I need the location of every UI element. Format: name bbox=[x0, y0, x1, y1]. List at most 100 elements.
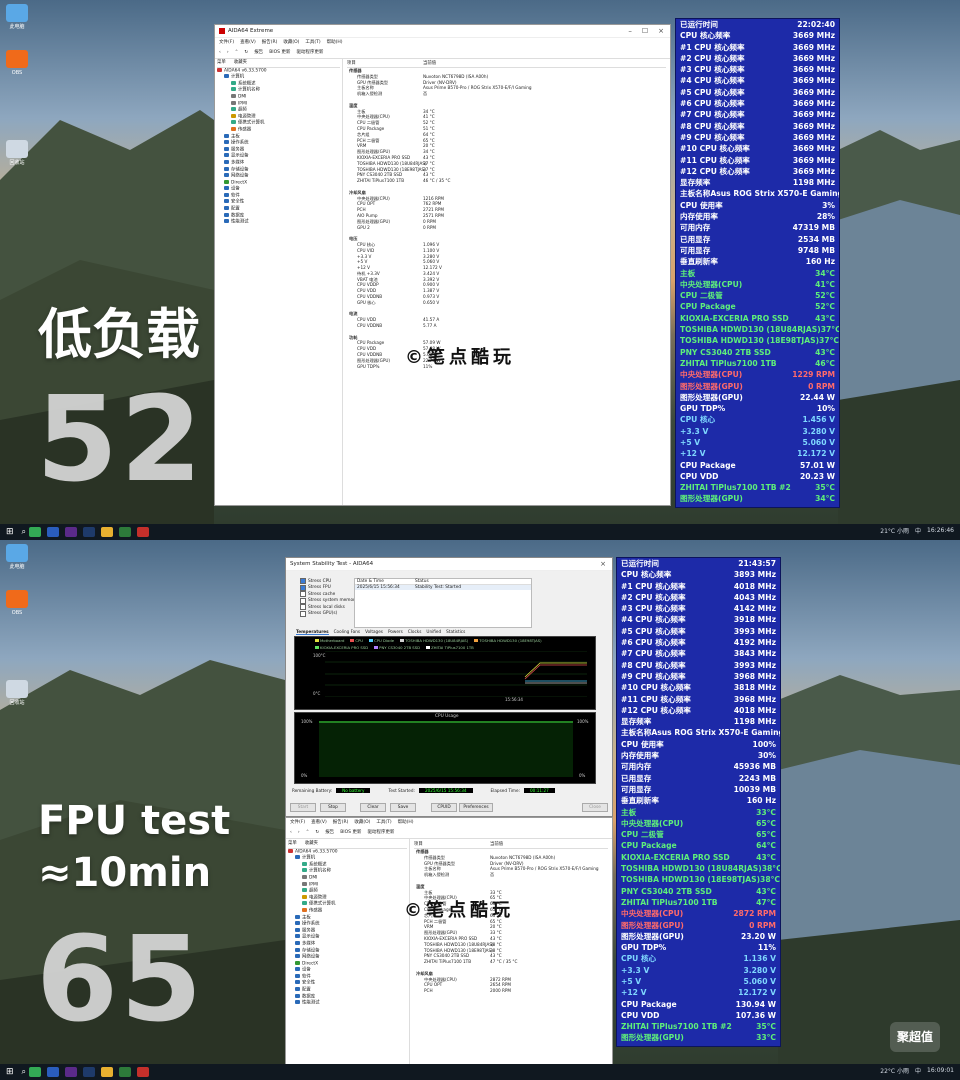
tree-item[interactable]: 性能测试 bbox=[217, 219, 340, 226]
ime-indicator[interactable]: 中 bbox=[915, 526, 921, 535]
search-icon[interactable]: ⌕ bbox=[22, 1067, 26, 1077]
close-icon[interactable]: × bbox=[658, 27, 664, 35]
tree-item[interactable]: DirectX bbox=[217, 179, 340, 187]
tree-item[interactable]: 计算机 bbox=[217, 74, 340, 81]
tree-item[interactable]: IPMI bbox=[288, 881, 407, 889]
cpuid-button[interactable]: CPUID bbox=[431, 803, 457, 812]
stress-option[interactable]: Stress system memory bbox=[300, 597, 360, 605]
chrome-icon[interactable] bbox=[101, 527, 114, 537]
tree-item[interactable]: 服务器 bbox=[288, 927, 407, 935]
close-button[interactable]: Close bbox=[582, 803, 608, 812]
tree-item[interactable]: 安全性 bbox=[288, 980, 407, 987]
up-icon[interactable]: ⌃ bbox=[306, 830, 310, 835]
menu-item[interactable]: 查看(V) bbox=[311, 819, 327, 825]
checkbox[interactable] bbox=[300, 578, 306, 585]
column-header-item[interactable]: 项目 bbox=[414, 841, 490, 848]
tree-item[interactable]: DirectX bbox=[288, 960, 407, 968]
tree-item[interactable]: 电源管理 bbox=[217, 113, 340, 121]
taskview-icon[interactable] bbox=[29, 1067, 42, 1077]
tree-item[interactable]: 操作系统 bbox=[288, 921, 407, 928]
tree-item[interactable]: 存储设备 bbox=[288, 947, 407, 955]
aida64-window[interactable]: AIDA64 Extreme – ☐ × 文件(F) 查看(V) 报告(R) 收藏(O… bbox=[214, 24, 671, 506]
checkbox[interactable] bbox=[300, 610, 306, 617]
up-icon[interactable]: ⌃ bbox=[235, 50, 239, 55]
legend-entry[interactable]: Motherboard bbox=[315, 638, 344, 643]
tree-item[interactable]: 服务器 bbox=[217, 146, 340, 154]
tree-item[interactable]: 主板 bbox=[288, 914, 407, 922]
save-button[interactable]: Save bbox=[390, 803, 416, 812]
column-header-value[interactable]: 当前值 bbox=[490, 841, 503, 848]
tree-item[interactable]: 网络设备 bbox=[217, 173, 340, 180]
tree-item[interactable]: 显示设备 bbox=[217, 153, 340, 160]
column-header-item[interactable]: 项目 bbox=[347, 60, 423, 67]
graph-tab[interactable]: Temperatures bbox=[296, 629, 329, 635]
aida64-task-icon[interactable] bbox=[137, 1067, 150, 1077]
bios-update-button[interactable]: BIOS 更新 bbox=[269, 49, 290, 55]
tree-item[interactable]: 软件 bbox=[288, 973, 407, 981]
menu-item[interactable]: 帮助(H) bbox=[327, 39, 343, 45]
tree-item[interactable]: AIDA64 v6.33.5700 bbox=[217, 67, 340, 75]
log-header-date[interactable]: Date & Time bbox=[355, 579, 415, 584]
tree-item[interactable]: 数据库 bbox=[217, 212, 340, 220]
windows-start-icon[interactable]: ⊞ bbox=[6, 527, 14, 537]
driver-update-button[interactable]: 驱动程序更新 bbox=[296, 49, 323, 55]
desktop-icon-obs[interactable]: OBS bbox=[3, 50, 31, 76]
tree-item[interactable]: 多媒体 bbox=[288, 940, 407, 948]
tree-item[interactable]: 设备 bbox=[288, 967, 407, 974]
tree-item[interactable]: 显示设备 bbox=[288, 934, 407, 941]
desktop-icon-recycle-bin[interactable]: 回收站 bbox=[3, 680, 31, 706]
menu-item[interactable]: 报告(R) bbox=[333, 819, 349, 825]
premiere-icon[interactable] bbox=[65, 1067, 78, 1077]
back-icon[interactable]: ‹ bbox=[290, 830, 292, 835]
menu-item[interactable]: 收藏(O) bbox=[283, 39, 299, 45]
menu-item[interactable]: 工具(T) bbox=[305, 39, 320, 45]
tree-item[interactable]: DMI bbox=[288, 874, 407, 882]
menu-item[interactable]: 收藏(O) bbox=[354, 819, 370, 825]
tree-item[interactable]: 配置 bbox=[288, 987, 407, 994]
ime-indicator[interactable]: 中 bbox=[915, 1066, 921, 1075]
tree-item[interactable]: 配置 bbox=[217, 206, 340, 213]
log-header-status[interactable]: Status bbox=[415, 579, 429, 584]
taskview-icon[interactable] bbox=[29, 527, 42, 537]
stop-button[interactable]: Stop bbox=[320, 803, 346, 812]
checkbox[interactable] bbox=[300, 591, 306, 598]
graph-tab[interactable]: Voltages bbox=[365, 629, 383, 635]
tree-item[interactable]: 主板 bbox=[217, 133, 340, 141]
windows-start-icon[interactable]: ⊞ bbox=[6, 1067, 14, 1077]
stability-titlebar[interactable]: System Stability Test - AIDA64 × bbox=[286, 558, 612, 571]
tree-item[interactable]: 操作系统 bbox=[217, 140, 340, 147]
refresh-icon[interactable]: ↻ bbox=[315, 830, 319, 835]
tree-item[interactable]: 计算机 bbox=[288, 855, 407, 862]
tree-item[interactable]: 便携式计算机 bbox=[217, 120, 340, 127]
tree-item[interactable]: 网络设备 bbox=[288, 954, 407, 961]
weather-widget[interactable]: 22°C 小雨 bbox=[880, 1066, 909, 1075]
aida64-window[interactable]: 文件(F) 查看(V) 报告(R) 收藏(O) 工具(T) 帮助(H) ‹ › ⌃ ↻ 报… bbox=[285, 817, 613, 1080]
legend-entry[interactable]: PNY CS3040 2TB SSD bbox=[374, 645, 420, 650]
maximize-icon[interactable]: ☐ bbox=[642, 27, 648, 35]
desktop-icon-obs[interactable]: OBS bbox=[3, 590, 31, 616]
tab-menu[interactable]: 菜单 bbox=[217, 60, 226, 67]
driver-update-button[interactable]: 驱动程序更新 bbox=[367, 829, 394, 835]
tree-item[interactable]: 安全性 bbox=[217, 199, 340, 206]
checkbox[interactable] bbox=[300, 597, 306, 604]
tree-item[interactable]: 系统概述 bbox=[288, 861, 407, 869]
tree-item[interactable]: 设备 bbox=[217, 186, 340, 193]
checkbox[interactable] bbox=[300, 604, 306, 611]
graph-tab[interactable]: Statistics bbox=[446, 629, 465, 635]
stress-option[interactable]: Stress GPU(s) bbox=[300, 610, 360, 618]
menu-item[interactable]: 文件(F) bbox=[290, 819, 305, 825]
search-icon[interactable]: ⌕ bbox=[22, 527, 26, 537]
chrome-icon[interactable] bbox=[101, 1067, 114, 1077]
preferences-button[interactable]: Preferences bbox=[459, 803, 493, 812]
legend-entry[interactable]: ZHITAI TiPlus7100 1TB bbox=[426, 645, 474, 650]
tree-item[interactable]: 数据库 bbox=[288, 993, 407, 1001]
window-titlebar[interactable]: AIDA64 Extreme – ☐ × bbox=[215, 25, 670, 38]
desktop-icon-this-pc[interactable]: 此电脑 bbox=[3, 544, 31, 570]
tree-item[interactable]: IPMI bbox=[217, 100, 340, 108]
tree-item[interactable]: 软件 bbox=[217, 192, 340, 200]
lightroom-icon[interactable] bbox=[83, 1067, 96, 1077]
tree-item[interactable]: 多媒体 bbox=[217, 159, 340, 167]
clock[interactable]: 16:26:46 bbox=[927, 527, 954, 534]
tree-item[interactable]: DMI bbox=[217, 93, 340, 101]
tree-item[interactable]: 传感器 bbox=[288, 907, 407, 915]
